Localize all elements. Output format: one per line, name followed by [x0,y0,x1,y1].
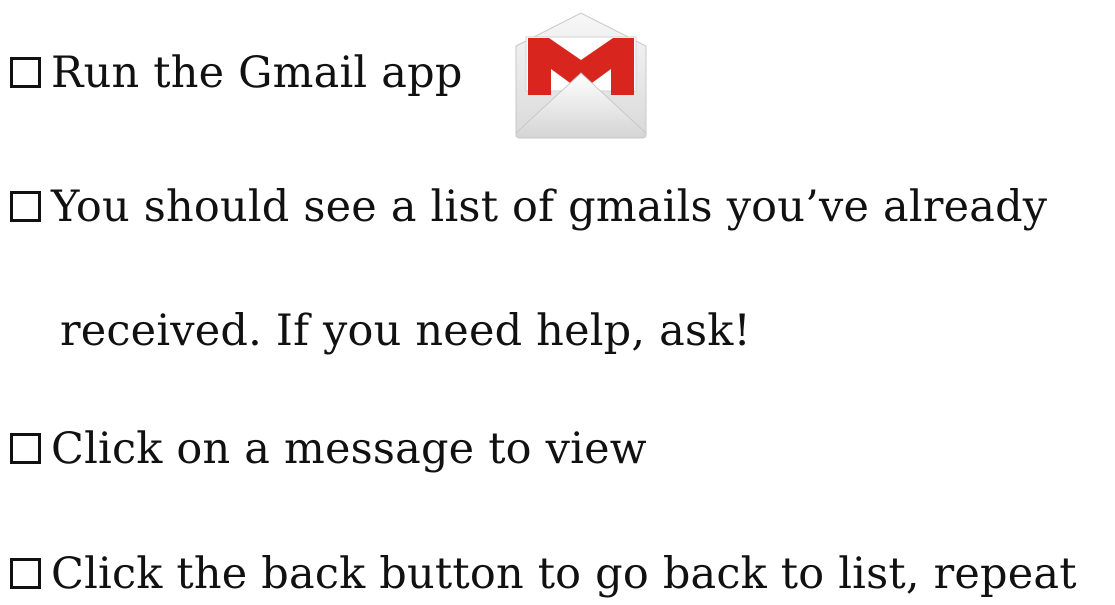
checklist-item-text: Click the back button to go back to list… [51,549,1077,599]
checkbox-icon [10,433,41,464]
checkbox-icon [10,558,41,589]
checklist-item-back-button: Click the back button to go back to list… [0,553,1077,596]
checklist-item-run-gmail: Run the Gmail app [0,52,463,95]
checklist-item-text: Run the Gmail app [51,48,463,98]
checklist-item-click-message: Click on a message to view [0,428,647,471]
gmail-icon [515,12,647,139]
checklist-item-text: Click on a message to view [51,424,647,474]
checklist-item-see-list-continued: received. If you need help, ask! [60,310,751,353]
checkbox-icon [10,57,41,88]
instruction-slide: Run the Gmail app You should see a list … [0,0,1115,605]
checklist-item-text: received. If you need help, ask! [60,306,751,356]
checklist-item-see-list: You should see a list of gmails you’ve a… [0,186,1047,229]
checklist-item-text: You should see a list of gmails you’ve a… [51,182,1048,232]
checkbox-icon [10,191,41,222]
